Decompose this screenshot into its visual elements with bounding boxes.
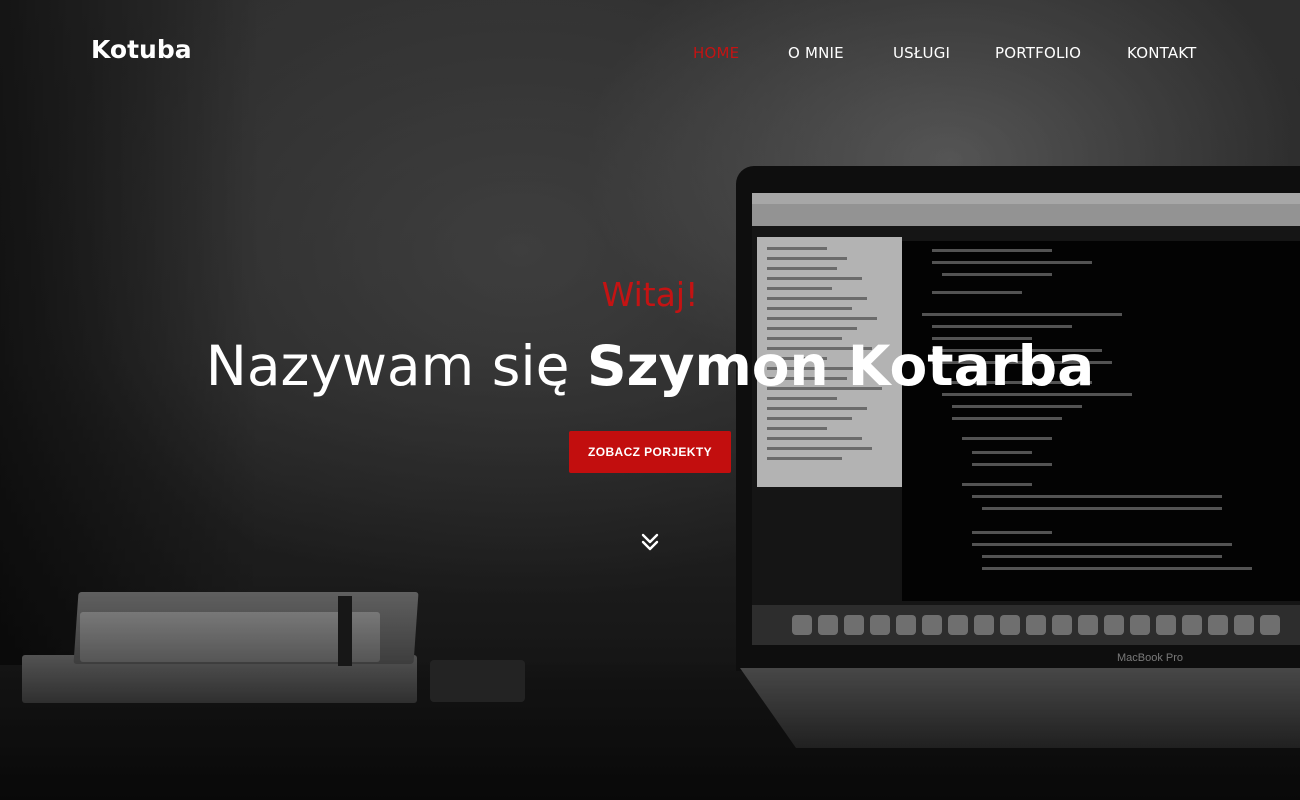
nav-item-o-mnie[interactable]: O MNIE	[788, 44, 844, 62]
hero-heading: Nazywam się Szymon Kotarba	[0, 334, 1300, 398]
main-nav: HOME O MNIE USŁUGI PORTFOLIO KONTAKT	[0, 44, 1300, 64]
hero-greeting: Witaj!	[601, 275, 699, 314]
double-chevron-down-icon[interactable]	[638, 530, 662, 554]
hero-background: MacBook Pro	[0, 0, 1300, 800]
nav-item-home[interactable]: HOME	[693, 44, 739, 62]
hero-heading-name: Szymon Kotarba	[586, 334, 1095, 398]
hero-overlay	[0, 0, 1300, 800]
nav-item-portfolio[interactable]: PORTFOLIO	[995, 44, 1081, 62]
hero-heading-prefix: Nazywam się	[205, 334, 587, 398]
see-projects-button[interactable]: ZOBACZ PORJEKTY	[569, 431, 731, 473]
nav-item-kontakt[interactable]: KONTAKT	[1127, 44, 1197, 62]
nav-item-uslugi[interactable]: USŁUGI	[893, 44, 950, 62]
